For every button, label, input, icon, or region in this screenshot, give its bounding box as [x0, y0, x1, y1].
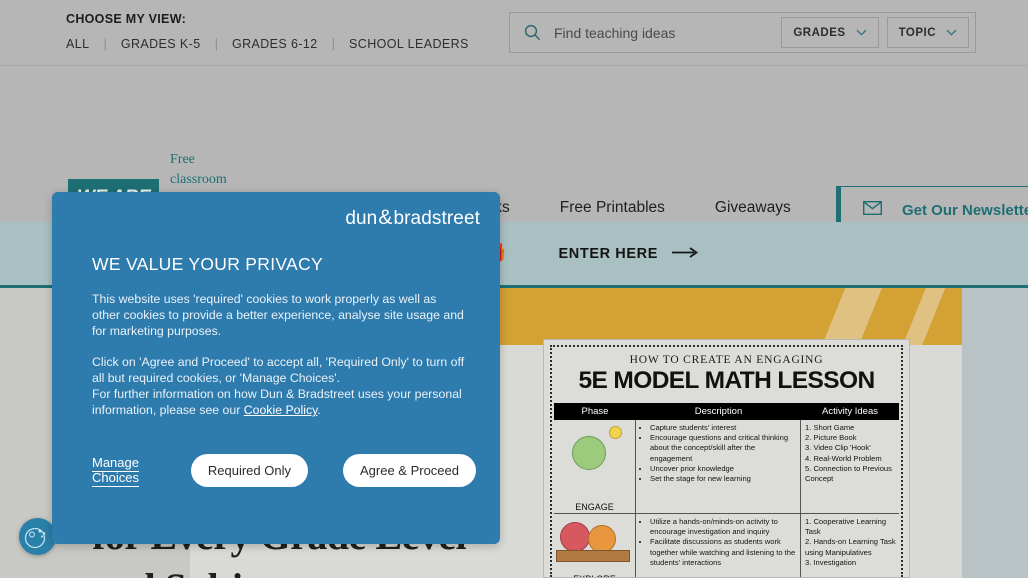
cookie-policy-link[interactable]: Cookie Policy: [244, 403, 318, 417]
choose-my-view-group: CHOOSE MY VIEW: ALL | GRADES K-5 | GRADE…: [66, 12, 469, 51]
hero-right-column: [962, 288, 1028, 578]
character-icon: [588, 525, 616, 553]
description-item: Encourage questions and critical thinkin…: [650, 433, 796, 464]
view-link-separator: |: [103, 36, 107, 51]
column-header-phase: Phase: [581, 406, 609, 417]
column-header-activity-ideas: Activity Ideas: [822, 406, 878, 417]
logo-text-dun: dun: [345, 208, 378, 229]
view-link-grades-6-12[interactable]: GRADES 6-12: [232, 37, 318, 51]
arrow-right-icon: [672, 246, 699, 262]
desk-icon: [556, 550, 630, 562]
activity-idea: 5. Connection to Previous Concept: [805, 463, 892, 484]
activity-idea: 3. Investigation: [805, 557, 857, 567]
table-row: ENGAGE Capture students' interest Encour…: [554, 420, 899, 514]
lightbulb-icon: [609, 426, 622, 439]
activity-idea: 2. Hands-on Learning Task using Manipula…: [805, 537, 896, 557]
activity-ideas-cell: 1. Cooperative Learning Task 2. Hands-on…: [801, 514, 899, 577]
description-cell: Utilize a hands-on/minds-on activity to …: [636, 514, 801, 577]
envelope-icon: [862, 200, 883, 220]
hero-headline-line-3: and Subject: [92, 562, 562, 578]
consent-dialog-actions: Manage Choices Required Only Agree & Pro…: [92, 454, 476, 487]
enter-here-button[interactable]: ENTER HERE: [558, 245, 699, 262]
table-header-row: Phase Description Activity Ideas: [554, 403, 899, 420]
consent-paragraph-2-period: .: [317, 403, 321, 418]
infographic-table: Phase Description Activity Ideas ENGAGE …: [554, 403, 899, 577]
phase-label: ENGAGE: [575, 501, 614, 512]
consent-paragraph-2: Click on 'Agree and Proceed' to accept a…: [92, 354, 467, 419]
dun-bradstreet-logo: dun & bradstreet: [345, 206, 480, 230]
topic-filter-label: TOPIC: [898, 26, 936, 39]
agree-and-proceed-button[interactable]: Agree & Proceed: [342, 454, 476, 487]
consent-paragraph-1: This website uses 'required' cookies to …: [92, 292, 464, 339]
column-header-description: Description: [694, 406, 743, 417]
logo-ampersand: &: [378, 206, 393, 229]
description-cell: Capture students' interest Encourage que…: [636, 420, 801, 513]
chevron-down-icon: [946, 29, 957, 36]
page-root: CHOOSE MY VIEW: ALL | GRADES K-5 | GRADE…: [0, 0, 1028, 578]
description-item: Capture students' interest: [650, 423, 796, 433]
lesson-infographic[interactable]: HOW TO CREATE AN ENGAGING 5E MODEL MATH …: [543, 339, 910, 578]
grades-filter-dropdown[interactable]: GRADES: [781, 17, 879, 48]
cookie-settings-badge[interactable]: [19, 518, 56, 555]
view-links: ALL | GRADES K-5 | GRADES 6-12 | SCHOOL …: [66, 36, 469, 51]
required-only-button[interactable]: Required Only: [190, 454, 308, 487]
activity-idea: 1. Cooperative Learning Task: [805, 517, 887, 537]
manage-choices-link[interactable]: Manage Choices: [92, 455, 156, 487]
search-input[interactable]: [554, 24, 774, 41]
utility-bar: CHOOSE MY VIEW: ALL | GRADES K-5 | GRADE…: [0, 0, 1028, 66]
consent-paragraph-2-line-1: Click on 'Agree and Proceed' to accept a…: [92, 354, 465, 385]
search-icon: [524, 24, 541, 41]
consent-dialog-title: WE VALUE YOUR PRIVACY: [92, 254, 323, 274]
activity-idea: 4. Real-World Problem: [805, 453, 882, 463]
nav-item-free-printables[interactable]: Free Printables: [560, 199, 665, 217]
character-icon: [560, 522, 590, 552]
choose-my-view-label: CHOOSE MY VIEW:: [66, 12, 187, 26]
description-item: Facilitate discussions as students work …: [650, 537, 796, 568]
phase-label: EXPLORE: [554, 574, 635, 577]
phase-cell-explore: EXPLORE: [554, 514, 636, 577]
character-icon: [572, 436, 606, 470]
table-row: EXPLORE Utilize a hands-on/minds-on acti…: [554, 514, 899, 577]
nav-item-giveaways[interactable]: Giveaways: [715, 199, 791, 217]
description-item: Set the stage for new learning: [650, 474, 796, 484]
description-item: Uncover prior knowledge: [650, 464, 796, 474]
consent-dialog-body: This website uses 'required' cookies to …: [92, 291, 467, 418]
enter-here-label: ENTER HERE: [558, 245, 658, 262]
view-link-separator: |: [331, 36, 336, 51]
phase-cell-engage: ENGAGE: [554, 420, 636, 513]
chevron-down-icon: [856, 29, 867, 36]
description-item: Utilize a hands-on/minds-on activity to …: [650, 517, 796, 537]
view-link-all[interactable]: ALL: [66, 37, 89, 51]
activity-ideas-cell: 1. Short Game 2. Picture Book 3. Video C…: [801, 420, 899, 513]
get-newsletter-label: Get Our Newsletter: [902, 201, 1028, 219]
topic-filter-dropdown[interactable]: TOPIC: [886, 17, 969, 48]
view-link-separator: |: [214, 36, 218, 51]
activity-idea: 2. Picture Book: [805, 433, 857, 443]
view-link-grades-k5[interactable]: GRADES K-5: [121, 37, 201, 51]
search-bar: GRADES TOPIC: [509, 12, 976, 53]
activity-idea: 3. Video Clip 'Hook': [805, 443, 871, 453]
cookie-icon: [24, 527, 46, 549]
cookie-consent-dialog: dun & bradstreet WE VALUE YOUR PRIVACY T…: [52, 192, 500, 544]
activity-idea: 1. Short Game: [805, 423, 855, 432]
view-link-school-leaders[interactable]: SCHOOL LEADERS: [349, 37, 469, 51]
logo-text-bradstreet: bradstreet: [393, 208, 480, 229]
grades-filter-label: GRADES: [793, 26, 846, 39]
